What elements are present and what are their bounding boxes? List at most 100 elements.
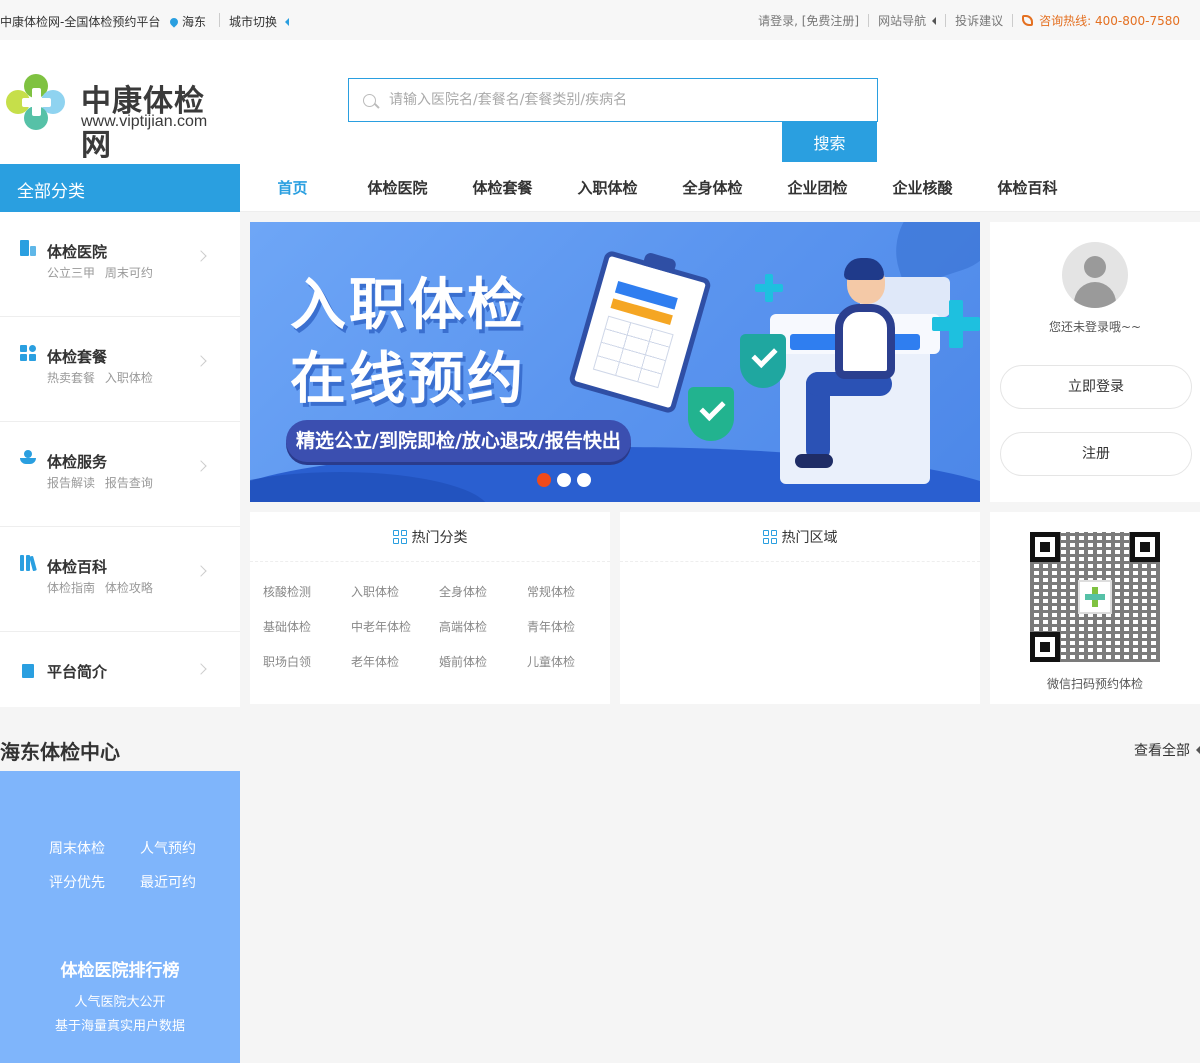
divider	[945, 14, 947, 27]
shield-check-icon	[740, 334, 786, 388]
nav-item-hospitals[interactable]: 体检医院	[345, 164, 450, 212]
nav-item-packages[interactable]: 体检套餐	[450, 164, 555, 212]
category-link[interactable]: 婚前体检	[439, 653, 527, 670]
category-link[interactable]: 基础体检	[263, 618, 351, 635]
login-register-link[interactable]: 请登录, [免费注册]	[758, 12, 859, 29]
carousel-dot[interactable]	[537, 473, 551, 487]
sidebar-item-platform-intro[interactable]: 平台简介	[0, 632, 240, 707]
hot-area-panel: 热门区域	[620, 512, 980, 704]
ranking-panel: 周末体检 人气预约 评分优先 最近可约 体检医院排行榜 人气医院大公开 基于海量…	[0, 771, 240, 1063]
nav-item-home[interactable]: 首页	[240, 164, 345, 212]
sidebar-item-services[interactable]: 体检服务 报告解读 报告查询	[0, 422, 240, 527]
carousel-dots	[537, 473, 591, 487]
category-link[interactable]: 儿童体检	[527, 653, 615, 670]
carousel-dot[interactable]	[557, 473, 571, 487]
illustration-person	[795, 454, 833, 468]
carousel-dot[interactable]	[577, 473, 591, 487]
search-button[interactable]: 搜索	[782, 122, 877, 162]
divider	[868, 14, 870, 27]
category-link[interactable]: 入职体检	[351, 583, 439, 600]
header: 中康体检网 www.viptijian.com 搜索	[0, 40, 1200, 164]
login-button[interactable]: 立即登录	[1000, 365, 1192, 409]
chevron-right-icon	[195, 460, 207, 472]
see-all-link[interactable]: 查看全部	[1134, 740, 1200, 760]
location-pin-icon	[168, 15, 180, 28]
quick-filter-weekend[interactable]: 周末体检	[49, 838, 140, 858]
sidebar-item-title: 平台简介	[47, 663, 108, 681]
category-link[interactable]: 常规体检	[527, 583, 615, 600]
category-link[interactable]: 中老年体检	[351, 618, 439, 635]
quick-filter-soonest[interactable]: 最近可约	[140, 872, 209, 892]
sidebar-item-subtitle: 体检指南 体检攻略	[47, 581, 153, 595]
search-input[interactable]	[389, 79, 869, 121]
category-sidebar: 体检医院 公立三甲 周末可约 体检套餐 热卖套餐 入职体检 体检服务 报告解读 …	[0, 212, 240, 707]
all-categories-button[interactable]: 全部分类	[0, 164, 240, 212]
sidebar-item-subtitle: 公立三甲 周末可约	[47, 266, 153, 280]
nav-item-onboarding-checkup[interactable]: 入职体检	[555, 164, 660, 212]
package-icon	[20, 345, 36, 361]
sidebar-item-packages[interactable]: 体检套餐 热卖套餐 入职体检	[0, 317, 240, 422]
top-bar-right: 请登录, [免费注册] 网站导航 投诉建议 咨询热线: 400-800-7580	[758, 12, 1180, 29]
logo-url: www.viptijian.com	[81, 113, 208, 130]
divider	[219, 13, 220, 27]
panel-title: 热门区域	[781, 529, 838, 546]
medical-cross-icon	[932, 300, 980, 348]
nav-item-full-body-checkup[interactable]: 全身体检	[660, 164, 765, 212]
city-switch-link[interactable]: 城市切换	[229, 13, 290, 30]
nav-item-group-checkup[interactable]: 企业团检	[765, 164, 870, 212]
hot-category-list: 核酸检测 入职体检 全身体检 常规体检 基础体检 中老年体检 高端体检 青年体检…	[263, 583, 613, 670]
panel-header: 热门分类	[250, 512, 610, 562]
sidebar-item-subtitle: 报告解读 报告查询	[47, 476, 153, 490]
category-link[interactable]: 老年体检	[351, 653, 439, 670]
qr-card: 微信扫码预约体检	[990, 512, 1200, 704]
category-link[interactable]: 职场白领	[263, 653, 351, 670]
hot-category-panel: 热门分类 核酸检测 入职体检 全身体检 常规体检 基础体检 中老年体检 高端体检…	[250, 512, 610, 704]
caret-left-icon	[932, 16, 937, 25]
chevron-right-icon	[195, 663, 207, 675]
grid-icon	[392, 529, 407, 544]
category-link[interactable]: 核酸检测	[263, 583, 351, 600]
category-link[interactable]: 高端体检	[439, 618, 527, 635]
site-logo[interactable]: 中康体检网 www.viptijian.com	[5, 73, 235, 163]
medical-cross-icon	[755, 274, 783, 302]
nav-item-encyclopedia[interactable]: 体检百科	[975, 164, 1080, 212]
register-button[interactable]: 注册	[1000, 432, 1192, 476]
qr-caption: 微信扫码预约体检	[1046, 677, 1143, 691]
banner-headline-1: 入职体检	[290, 273, 526, 338]
nav-item-enterprise-nucleic[interactable]: 企业核酸	[870, 164, 975, 212]
hospital-icon	[20, 240, 36, 256]
promo-banner[interactable]: 入职体检 在线预约 精选公立/到院即检/放心退改/报告快出	[250, 222, 980, 502]
category-link[interactable]: 青年体检	[527, 618, 615, 635]
banner-headline-2: 在线预约	[290, 347, 526, 412]
location-label: 海东	[182, 15, 207, 29]
illustration-person	[835, 304, 895, 379]
panel-title: 热门分类	[411, 529, 468, 546]
see-all-label: 查看全部	[1134, 743, 1190, 759]
chevron-right-icon	[195, 250, 207, 262]
sidebar-item-hospitals[interactable]: 体检医院 公立三甲 周末可约	[0, 212, 240, 317]
main-nav: 全部分类 首页 体检医院 体检套餐 入职体检 全身体检 企业团检 企业核酸 体检…	[0, 164, 1200, 212]
nav-items: 首页 体检医院 体检套餐 入职体检 全身体检 企业团检 企业核酸 体检百科	[240, 164, 1080, 212]
user-card: 您还未登录哦~~ 立即登录 注册	[990, 222, 1200, 502]
avatar	[1062, 242, 1128, 308]
panel-header: 热门区域	[620, 512, 980, 562]
books-icon	[20, 555, 37, 572]
complaint-link[interactable]: 投诉建议	[955, 12, 1003, 29]
login-status-text: 您还未登录哦~~	[1048, 320, 1142, 334]
logo-flower-icon	[5, 73, 67, 131]
ranking-subtitle: 基于海量真实用户数据	[54, 1019, 185, 1034]
ranking-subtitle: 人气医院大公开	[74, 995, 166, 1010]
ranking-title[interactable]: 体检医院排行榜	[0, 956, 240, 981]
section-title: 海东体检中心	[0, 740, 120, 764]
current-location[interactable]: 海东	[168, 13, 207, 30]
category-link[interactable]: 全身体检	[439, 583, 527, 600]
quick-filter-rating[interactable]: 评分优先	[49, 872, 140, 892]
illustration-person	[844, 258, 884, 280]
chevron-right-icon	[195, 355, 207, 367]
quick-filter-popular[interactable]: 人气预约	[140, 838, 209, 858]
hotline: 咨询热线: 400-800-7580	[1022, 12, 1180, 29]
sidebar-item-encyclopedia[interactable]: 体检百科 体检指南 体检攻略	[0, 527, 240, 632]
site-nav-menu[interactable]: 网站导航	[878, 12, 937, 29]
wechat-qr-code	[1030, 532, 1160, 662]
shield-check-icon	[688, 387, 734, 441]
